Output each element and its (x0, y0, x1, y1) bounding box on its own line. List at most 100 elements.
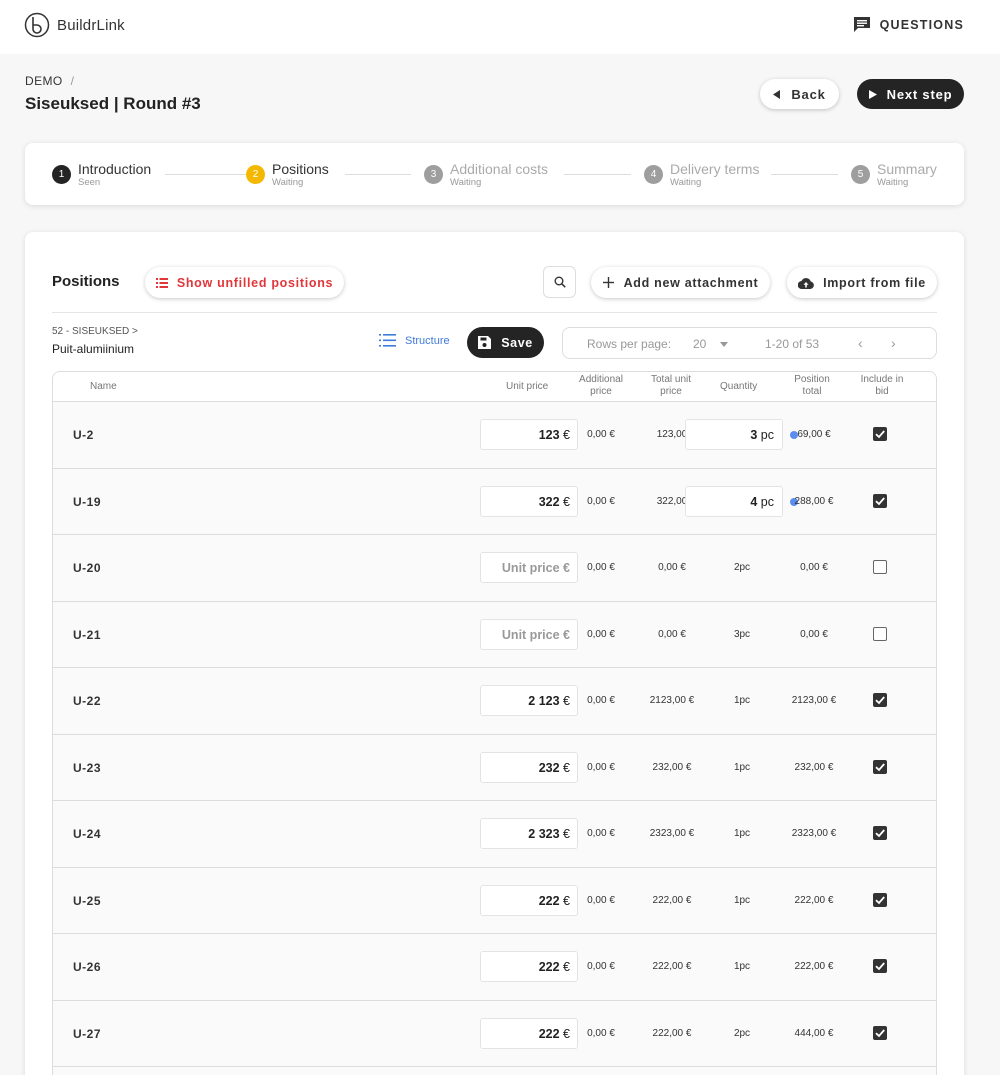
table-row: U-25 222 €0,00 €222,00 €1pc 222,00 € (53, 867, 936, 934)
category-path[interactable]: 52 - SISEUKSED > (52, 326, 138, 337)
quantity: 1pc (733, 761, 751, 773)
column-quantity[interactable]: Quantity (720, 381, 757, 393)
previous-page-button[interactable]: ‹ (858, 335, 863, 351)
include-in-bid-checkbox[interactable] (873, 427, 887, 441)
unit-price-input[interactable]: 2 123 € (480, 685, 578, 716)
step-number: 5 (851, 165, 870, 184)
unit-price-input[interactable]: 2 323 € (480, 818, 578, 849)
rows-per-page-select[interactable]: 20 (693, 337, 706, 351)
position-name: U-25 (73, 893, 102, 908)
column-additional-price[interactable]: Additional price (575, 374, 627, 398)
additional-price: 0,00 € (587, 961, 615, 972)
breadcrumb-separator: / (70, 74, 75, 88)
include-in-bid-checkbox[interactable] (873, 560, 887, 574)
quantity-input[interactable]: 4 pc (685, 485, 783, 517)
unit-price-input[interactable]: Unit price € (480, 618, 578, 650)
save-button[interactable]: Save (467, 327, 544, 358)
additional-price: 0,00 € (587, 761, 615, 773)
step-introduction[interactable]: 1 Introduction Seen (52, 162, 151, 188)
positions-card: Positions Show unfilled positions Add ne… (25, 232, 964, 1075)
back-button[interactable]: Back (760, 79, 839, 109)
table-row: U-26 222 €0,00 €222,00 €1pc 222,00 € (53, 934, 936, 1001)
position-name: U-21 (73, 627, 102, 642)
step-status: Waiting (877, 177, 909, 188)
step-status: Waiting (272, 177, 304, 188)
column-name[interactable]: Name (90, 381, 117, 393)
questions-button[interactable]: QUESTIONS (853, 16, 964, 33)
currency-symbol: € (563, 627, 570, 642)
questions-label: QUESTIONS (879, 17, 964, 32)
breadcrumb-demo[interactable]: DEMO (25, 74, 63, 88)
step-delivery-terms[interactable]: 4 Delivery terms Waiting (644, 162, 759, 188)
position-name: U-2 (73, 428, 94, 442)
include-in-bid-checkbox[interactable] (873, 493, 887, 508)
category-name: Puit-alumiinium (52, 342, 135, 356)
structure-button[interactable]: Structure (379, 334, 450, 347)
position-total: 2323,00 € (791, 828, 837, 839)
total-unit-price: 0,00 € (658, 562, 686, 573)
add-attachment-button[interactable]: Add new attachment (591, 267, 770, 298)
column-unit-price[interactable]: Unit price (506, 381, 548, 393)
step-additional-costs[interactable]: 3 Additional costs Waiting (424, 162, 548, 188)
list-icon (155, 277, 168, 288)
structure-label: Structure (405, 334, 450, 347)
unit-price-input[interactable]: 232 € (480, 751, 578, 783)
step-label: Positions (272, 161, 329, 177)
app-logo[interactable]: BuildrLink (24, 12, 125, 38)
save-label: Save (501, 335, 533, 350)
column-total-unit-price[interactable]: Total unit price (645, 374, 697, 398)
top-bar: BuildrLink QUESTIONS (0, 0, 1000, 54)
show-unfilled-label: Show unfilled positions (176, 275, 334, 290)
column-total-unit-price-line1: Total unit (650, 374, 692, 385)
include-in-bid-checkbox[interactable] (873, 1025, 887, 1040)
include-in-bid-checkbox[interactable] (873, 892, 887, 907)
position-total: 222,00 € (794, 894, 834, 906)
include-in-bid-checkbox[interactable] (873, 759, 887, 774)
next-page-button[interactable]: › (891, 335, 896, 351)
quantity-input[interactable]: 3 pc (685, 419, 783, 450)
column-include-in-bid[interactable]: Include in bid (856, 374, 908, 398)
position-total: 232,00 € (794, 761, 834, 773)
checkmark-icon (875, 1028, 885, 1037)
column-position-total[interactable]: Position total (786, 374, 838, 398)
position-total: 444,00 € (794, 1027, 834, 1039)
currency-symbol: € (563, 428, 570, 442)
unit-price-input[interactable]: 222 € (480, 884, 578, 916)
unit-price-value: 2 323 (528, 827, 560, 841)
import-from-file-button[interactable]: Import from file (787, 267, 937, 298)
column-include-in-bid-line2: bid (875, 386, 889, 397)
quantity: 3pc (733, 628, 751, 640)
next-step-button[interactable]: Next step (857, 79, 964, 109)
structure-list-icon (379, 334, 396, 347)
column-include-in-bid-line1: Include in (860, 374, 904, 385)
position-name: U-19 (73, 494, 102, 509)
step-connector (564, 174, 631, 175)
checkmark-icon (875, 895, 885, 904)
dropdown-caret-icon[interactable] (720, 342, 728, 347)
table-row: U-23 232 €0,00 €232,00 €1pc 232,00 € (53, 734, 936, 801)
checkmark-icon (875, 696, 885, 705)
show-unfilled-button[interactable]: Show unfilled positions (145, 267, 344, 298)
import-from-file-label: Import from file (823, 275, 926, 290)
step-status: Waiting (670, 177, 702, 188)
include-in-bid-checkbox[interactable] (873, 826, 887, 840)
table-row: U-20 Unit price €0,00 €0,00 €2pc 0,00 € (53, 535, 936, 602)
unit-price-input[interactable]: 322 € (480, 485, 578, 517)
currency-symbol: € (563, 760, 570, 775)
unit-price-input[interactable]: 222 € (480, 1017, 578, 1049)
positions-table: Name Unit price Additional price Total u… (52, 371, 937, 1075)
include-in-bid-checkbox[interactable] (873, 626, 887, 641)
quantity-unit: pc (760, 428, 774, 442)
unit-price-input[interactable]: 222 € (480, 951, 578, 982)
additional-price: 0,00 € (587, 495, 615, 507)
step-summary[interactable]: 5 Summary Waiting (851, 162, 937, 188)
include-in-bid-checkbox[interactable] (873, 693, 887, 707)
step-positions[interactable]: 2 Positions Waiting (246, 162, 329, 188)
search-button[interactable] (543, 266, 576, 298)
unit-price-input[interactable]: Unit price € (480, 552, 578, 583)
table-row: U-21 Unit price €0,00 €0,00 €3pc 0,00 € (53, 601, 936, 668)
position-name: U-26 (73, 960, 102, 974)
include-in-bid-checkbox[interactable] (873, 959, 887, 973)
unit-price-input[interactable]: 123 € (480, 419, 578, 450)
quantity: 2pc (733, 562, 751, 573)
